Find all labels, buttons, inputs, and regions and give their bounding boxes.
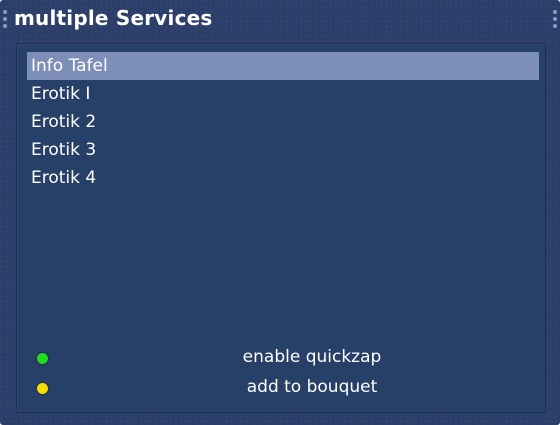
service-item-erotik-2[interactable]: Erotik 2: [27, 108, 539, 136]
window-title: multiple Services: [14, 6, 213, 30]
corner-ornament-right: [553, 10, 557, 28]
services-list[interactable]: Info Tafel Erotik I Erotik 2 Erotik 3 Er…: [27, 52, 539, 192]
service-item-erotik-4[interactable]: Erotik 4: [27, 164, 539, 192]
multiple-services-window: multiple Services Info Tafel Erotik I Er…: [0, 0, 560, 425]
button-legend: enable quickzap add to bouquet: [17, 344, 545, 404]
services-panel: Info Tafel Erotik I Erotik 2 Erotik 3 Er…: [16, 43, 546, 413]
yellow-button-icon: [37, 383, 48, 394]
legend-row-yellow[interactable]: add to bouquet: [17, 374, 545, 404]
title-bar: multiple Services: [0, 0, 560, 38]
enable-quickzap-label: enable quickzap: [242, 347, 382, 367]
service-item-info-tafel[interactable]: Info Tafel: [27, 52, 539, 80]
service-item-erotik-3[interactable]: Erotik 3: [27, 136, 539, 164]
green-button-icon: [37, 353, 48, 364]
corner-ornament-left: [3, 10, 7, 28]
service-item-erotik-1[interactable]: Erotik I: [27, 80, 539, 108]
add-to-bouquet-label: add to bouquet: [246, 377, 378, 397]
legend-row-green[interactable]: enable quickzap: [17, 344, 545, 374]
